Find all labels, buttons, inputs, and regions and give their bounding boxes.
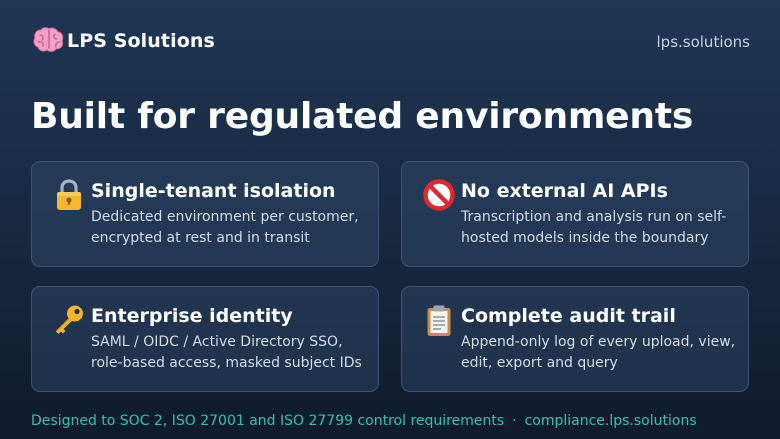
prohibited-icon — [422, 178, 456, 212]
feature-card-single-tenant: Single-tenant isolation Dedicated enviro… — [31, 161, 379, 267]
lock-icon — [52, 178, 86, 212]
footer: Designed to SOC 2, ISO 27001 and ISO 277… — [31, 413, 697, 429]
feature-description: SAML / OIDC / Active Directory SSO, role… — [91, 334, 362, 371]
brand-name: LPS Solutions — [67, 30, 215, 52]
feature-card-no-external-ai: No external AI APIs Transcription and an… — [401, 161, 749, 267]
feature-card-audit-trail: Complete audit trail Append-only log of … — [401, 286, 749, 392]
compliance-link[interactable]: compliance.lps.solutions — [525, 413, 697, 429]
feature-title: Enterprise identity — [91, 305, 293, 327]
brand: LPS Solutions — [33, 20, 215, 60]
footer-separator: · — [512, 413, 517, 429]
feature-title: Complete audit trail — [461, 305, 676, 327]
site-link[interactable]: lps.solutions — [657, 33, 751, 51]
clipboard-icon — [422, 303, 456, 337]
page-title: Built for regulated environments — [31, 96, 694, 137]
brain-icon — [33, 26, 65, 54]
feature-description: Append-only log of every upload, view, e… — [461, 334, 736, 371]
feature-title: No external AI APIs — [461, 180, 668, 202]
feature-card-enterprise-identity: Enterprise identity SAML / OIDC / Active… — [31, 286, 379, 392]
feature-description: Dedicated environment per customer, encr… — [91, 209, 359, 246]
feature-description: Transcription and analysis run on self-h… — [461, 209, 727, 246]
compliance-text: Designed to SOC 2, ISO 27001 and ISO 277… — [31, 413, 505, 429]
feature-title: Single-tenant isolation — [91, 180, 336, 202]
key-icon — [52, 303, 86, 337]
